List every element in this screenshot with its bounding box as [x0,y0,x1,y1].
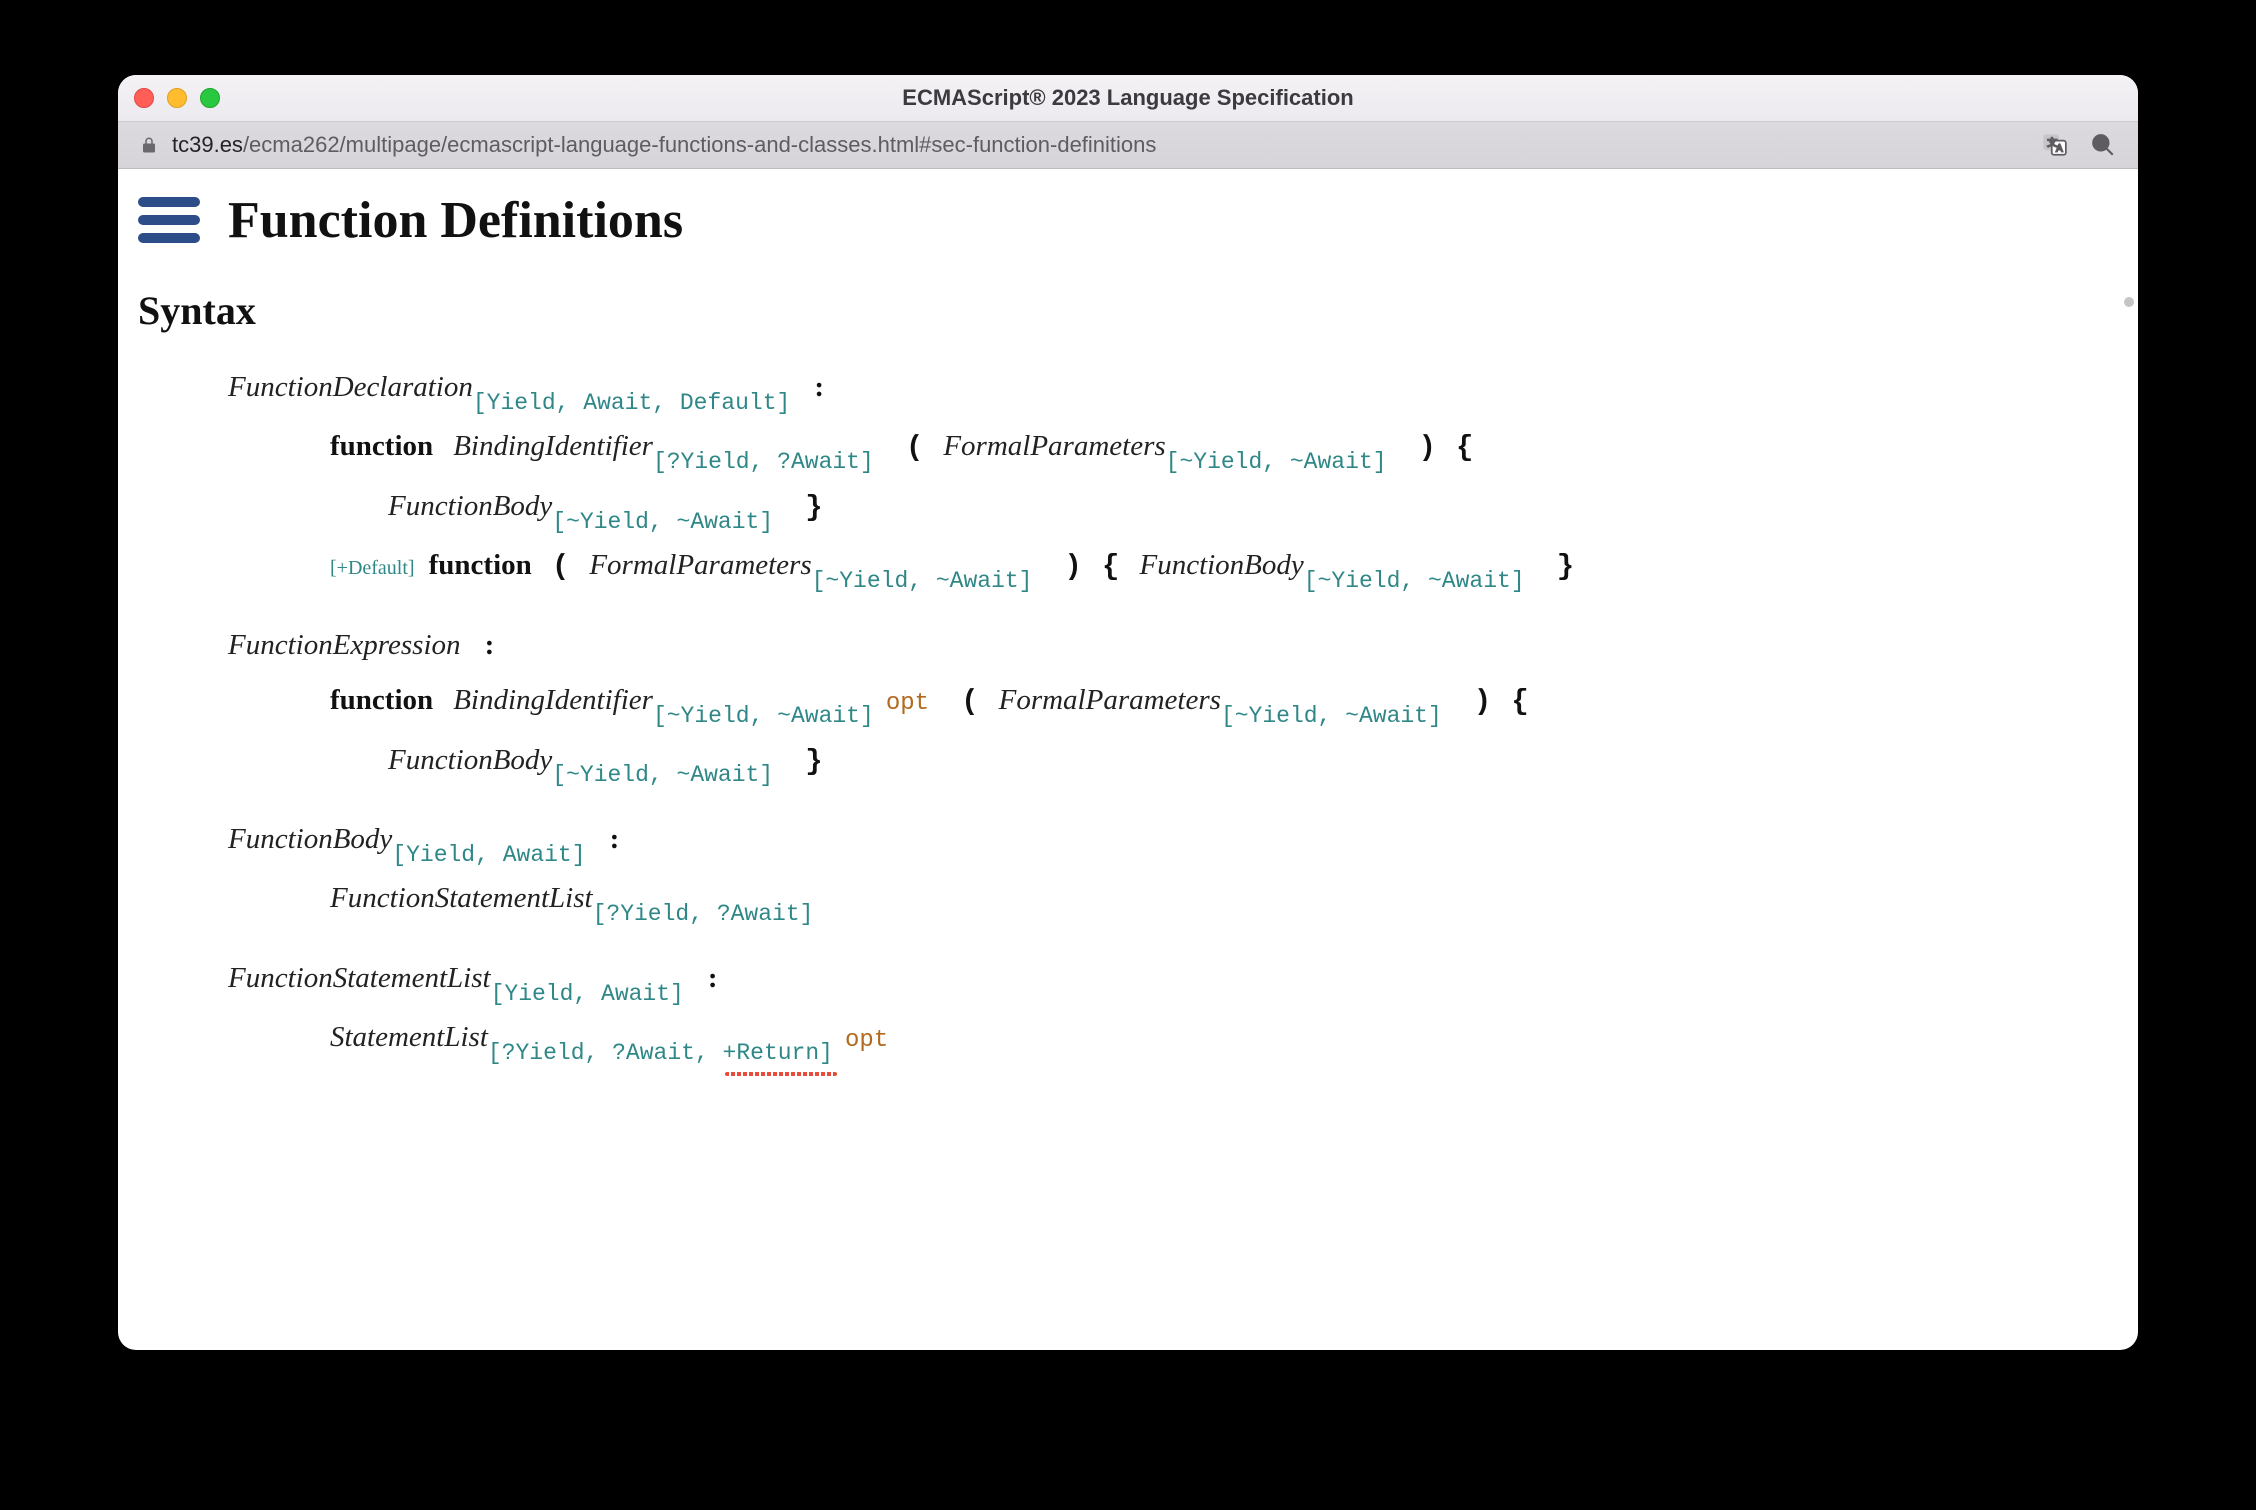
nonterminal[interactable]: FormalParameters [999,684,1221,716]
terminal-close-paren: ) [1419,431,1436,464]
menu-bar-icon [138,215,200,225]
browser-window: ECMAScript® 2023 Language Specification … [118,75,2138,1350]
minimize-icon[interactable] [167,88,187,108]
rhs: StatementList[?Yield, ?Await, +Return] o… [330,1010,2118,1069]
zoom-in-icon[interactable] [2090,132,2116,158]
terminal-open-paren: ( [552,550,569,583]
colon: : [485,629,495,661]
window-title: ECMAScript® 2023 Language Specification [118,85,2138,111]
production-function-expression: FunctionExpression : function BindingIde… [228,618,2118,792]
terminal-close-brace: } [1557,550,1574,583]
params: [Yield, Await] [392,842,585,868]
terminal-open-brace: { [1511,685,1528,718]
lock-icon [140,136,158,154]
menu-button[interactable] [138,189,200,251]
rhs: function BindingIdentifier[?Yield, ?Awai… [330,419,2118,538]
keyword-function: function [330,430,433,462]
params: [Yield, Await] [491,981,684,1007]
nonterminal[interactable]: FunctionBody [388,490,552,522]
page-content: Function Definitions Syntax FunctionDecl… [118,169,2138,1350]
grammar-block: FunctionDeclaration[Yield, Await, Defaul… [118,340,2138,1120]
svg-text:A: A [2056,144,2063,155]
params: [?Yield, ?Await] [653,449,874,475]
nonterminal[interactable]: BindingIdentifier [453,430,653,462]
params: [~Yield, ~Await] [653,703,874,729]
production-function-declaration: FunctionDeclaration[Yield, Await, Defaul… [228,360,2118,598]
rhs-continued: FunctionBody[~Yield, ~Await] } [388,479,2118,538]
params: [~Yield, ~Await] [1221,703,1442,729]
urlbar-actions: 文A [2042,132,2116,158]
scrollbar-thumb[interactable] [2124,297,2134,307]
terminal-open-brace: { [1102,550,1119,583]
params: [?Yield, ?Await] [593,901,814,927]
nonterminal[interactable]: FunctionBody [388,744,552,776]
rhs: [+Default] function ( FormalParameters[~… [330,538,2118,597]
params: [~Yield, ~Await] [812,568,1033,594]
production-function-statement-list: FunctionStatementList[Yield, Await] : St… [228,951,2118,1070]
url-host: tc39.es [172,132,243,157]
close-icon[interactable] [134,88,154,108]
window-controls [134,88,220,108]
page-title: Function Definitions [228,191,683,250]
keyword-function: function [330,684,433,716]
translate-icon[interactable]: 文A [2042,132,2068,158]
nonterminal[interactable]: BindingIdentifier [453,684,653,716]
titlebar: ECMAScript® 2023 Language Specification [118,75,2138,122]
opt: opt [886,690,929,717]
nonterminal[interactable]: StatementList [330,1021,488,1053]
menu-bar-icon [138,233,200,243]
nonterminal[interactable]: FunctionStatementList [330,882,593,914]
rhs: FunctionStatementList[?Yield, ?Await] [330,871,2118,930]
params-return-underlined: +Return] [723,1040,833,1066]
terminal-close-paren: ) [1474,685,1491,718]
params: [~Yield, ~Await] [552,509,773,535]
params: [~Yield, ~Await] [1166,449,1387,475]
guard: [+Default] [330,557,415,579]
terminal-open-paren: ( [906,431,923,464]
nonterminal[interactable]: FunctionBody [228,823,392,855]
section-heading: Syntax [118,259,2138,340]
opt: opt [845,1027,888,1054]
params: [~Yield, ~Await] [1304,568,1525,594]
colon: : [708,962,718,994]
keyword-function: function [429,549,532,581]
rhs-continued: FunctionBody[~Yield, ~Await] } [388,733,2118,792]
page-header: Function Definitions [118,169,2138,259]
terminal-close-brace: } [805,491,822,524]
nonterminal[interactable]: FunctionDeclaration [228,371,473,403]
menu-bar-icon [138,197,200,207]
colon: : [814,371,824,403]
terminal-close-brace: } [805,745,822,778]
nonterminal[interactable]: FunctionExpression [228,629,461,661]
params: [~Yield, ~Await] [552,762,773,788]
production-function-body: FunctionBody[Yield, Await] : FunctionSta… [228,812,2118,931]
colon: : [610,823,620,855]
params-prefix: [?Yield, ?Await, [488,1040,723,1066]
nonterminal[interactable]: FunctionBody [1139,549,1303,581]
nonterminal[interactable]: FunctionStatementList [228,962,491,994]
terminal-open-brace: { [1456,431,1473,464]
url-bar[interactable]: tc39.es/ecma262/multipage/ecmascript-lan… [118,122,2138,169]
maximize-icon[interactable] [200,88,220,108]
terminal-close-paren: ) [1065,550,1082,583]
nonterminal[interactable]: FormalParameters [943,430,1165,462]
url-path: /ecma262/multipage/ecmascript-language-f… [243,132,1156,157]
terminal-open-paren: ( [961,685,978,718]
rhs: function BindingIdentifier[~Yield, ~Awai… [330,673,2118,792]
nonterminal[interactable]: FormalParameters [589,549,811,581]
params: [Yield, Await, Default] [473,390,790,416]
url-text: tc39.es/ecma262/multipage/ecmascript-lan… [172,132,2028,158]
params: [?Yield, ?Await, +Return] [488,1040,833,1066]
